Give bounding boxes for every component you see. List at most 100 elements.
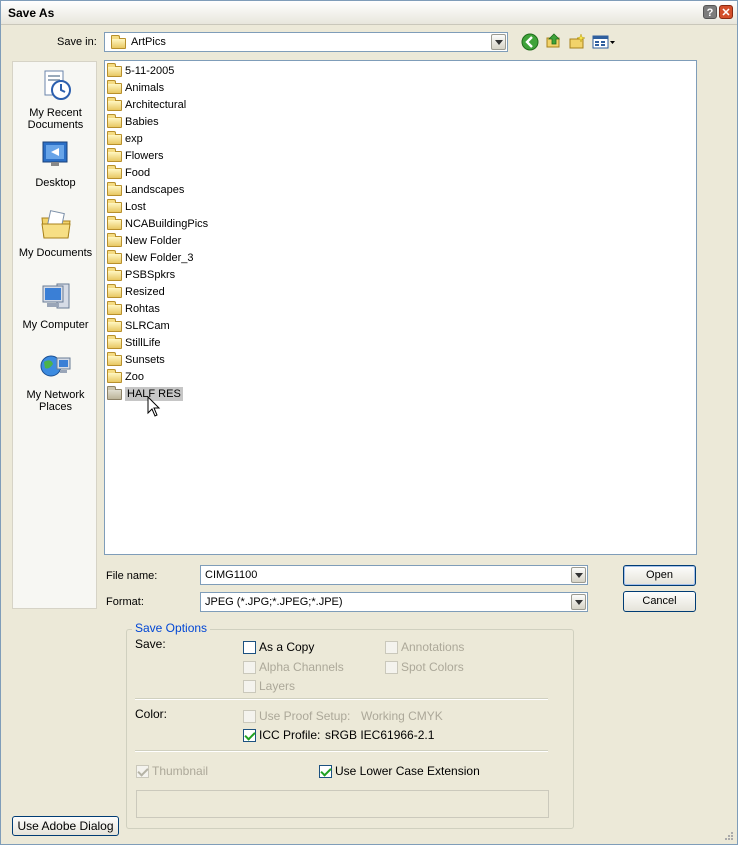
- file-name-input[interactable]: CIMG1100: [200, 565, 588, 585]
- place-desktop[interactable]: Desktop: [13, 138, 98, 189]
- folder-item[interactable]: Food: [107, 164, 153, 181]
- desktop-icon: [42, 141, 67, 166]
- folder-item[interactable]: NCABuildingPics: [107, 215, 211, 232]
- my-computer-icon: [42, 283, 69, 309]
- thumbnail-checkbox[interactable]: [136, 765, 149, 778]
- lower-case-extension-checkbox[interactable]: [319, 765, 332, 778]
- icc-profile-checkbox[interactable]: [243, 729, 256, 742]
- place-my-documents[interactable]: My Documents: [13, 208, 98, 259]
- format-dropdown[interactable]: JPEG (*.JPG;*.JPEG;*.JPE): [200, 592, 588, 612]
- folder-name: Landscapes: [125, 184, 185, 196]
- description-box: [136, 790, 549, 818]
- folder-item[interactable]: StillLife: [107, 334, 163, 351]
- format-value: JPEG (*.JPG;*.JPEG;*.JPE): [205, 596, 343, 608]
- folder-item[interactable]: Architectural: [107, 96, 189, 113]
- use-adobe-dialog-button[interactable]: Use Adobe Dialog: [12, 816, 119, 836]
- resize-grip-icon[interactable]: [724, 831, 734, 841]
- save-in-dropdown[interactable]: ArtPics: [104, 32, 508, 52]
- folder-icon: [107, 266, 122, 281]
- chevron-down-icon[interactable]: [491, 34, 506, 50]
- use-proof-setup-checkbox[interactable]: [243, 710, 256, 723]
- folder-icon: [107, 283, 122, 298]
- place-label: My Documents: [18, 247, 93, 259]
- lower-case-extension-label: Use Lower Case Extension: [335, 764, 480, 778]
- folder-name: NCABuildingPics: [125, 218, 209, 230]
- place-my-network-places[interactable]: My Network Places: [13, 350, 98, 413]
- folder-icon: [107, 334, 122, 349]
- save-options-title: Save Options: [132, 621, 211, 635]
- folder-item[interactable]: Animals: [107, 79, 167, 96]
- folder-icon: [107, 232, 122, 247]
- place-label: My Network Places: [26, 389, 85, 413]
- folder-item[interactable]: SLRCam: [107, 317, 173, 334]
- folder-item[interactable]: Resized: [107, 283, 168, 300]
- icc-profile-value: sRGB IEC61966-2.1: [325, 728, 435, 742]
- folder-icon: [107, 79, 122, 94]
- folder-name: Flowers: [125, 150, 164, 162]
- folder-name: exp: [125, 133, 143, 145]
- place-my-recent-documents[interactable]: My Recent Documents: [13, 68, 98, 131]
- folder-item[interactable]: Lost: [107, 198, 149, 215]
- folder-item[interactable]: New Folder_3: [107, 249, 196, 266]
- help-button[interactable]: ?: [703, 5, 717, 19]
- network-places-icon: [40, 355, 70, 377]
- annotations-label: Annotations: [401, 640, 465, 654]
- folder-item[interactable]: Landscapes: [107, 181, 187, 198]
- save-label: Save:: [135, 637, 166, 651]
- folder-icon: [107, 300, 122, 315]
- folder-item[interactable]: Rohtas: [107, 300, 163, 317]
- layers-checkbox[interactable]: [243, 680, 256, 693]
- format-label: Format:: [106, 596, 144, 608]
- folder-item[interactable]: Zoo: [107, 368, 147, 385]
- folder-name: Babies: [125, 116, 159, 128]
- folder-name: Zoo: [125, 371, 144, 383]
- spot-colors-label: Spot Colors: [401, 660, 464, 674]
- up-one-level-icon[interactable]: [545, 32, 563, 50]
- open-button[interactable]: Open: [623, 565, 696, 586]
- color-label: Color:: [135, 707, 168, 721]
- folder-icon: [107, 147, 122, 162]
- thumbnail-label: Thumbnail: [152, 764, 209, 778]
- folder-item[interactable]: 5-11-2005: [107, 62, 177, 79]
- folder-name: New Folder_3: [125, 252, 194, 264]
- layers-label: Layers: [259, 679, 296, 693]
- close-button[interactable]: ✕: [719, 5, 733, 19]
- new-folder-icon[interactable]: [568, 33, 586, 51]
- folder-item[interactable]: exp: [107, 130, 146, 147]
- folder-item[interactable]: Flowers: [107, 147, 167, 164]
- window-title: Save As: [8, 6, 55, 20]
- folder-icon: [107, 249, 122, 264]
- place-my-computer[interactable]: My Computer: [13, 280, 98, 331]
- folder-name: Rohtas: [125, 303, 160, 315]
- folder-icon: [107, 96, 122, 111]
- folder-name: StillLife: [125, 337, 161, 349]
- views-menu-icon[interactable]: [592, 33, 616, 51]
- alpha-channels-checkbox[interactable]: [243, 661, 256, 674]
- cancel-button[interactable]: Cancel: [623, 591, 696, 612]
- folder-name: Lost: [125, 201, 146, 213]
- folder-icon: [107, 385, 122, 400]
- place-label: My Recent Documents: [27, 107, 84, 131]
- file-list[interactable]: 5-11-2005 Animals Architectural Babies e…: [104, 60, 697, 555]
- folder-item[interactable]: Sunsets: [107, 351, 168, 368]
- recent-documents-icon: [44, 70, 71, 100]
- folder-name: Resized: [125, 286, 165, 298]
- folder-item[interactable]: PSBSpkrs: [107, 266, 178, 283]
- annotations-checkbox[interactable]: [385, 641, 398, 654]
- spot-colors-checkbox[interactable]: [385, 661, 398, 674]
- folder-icon: [111, 35, 126, 49]
- folder-icon: [107, 215, 122, 230]
- chevron-down-icon[interactable]: [571, 594, 586, 610]
- chevron-down-icon[interactable]: [571, 567, 586, 583]
- folder-name: Sunsets: [125, 354, 165, 366]
- folder-icon: [107, 351, 122, 366]
- folder-icon: [107, 113, 122, 128]
- back-icon[interactable]: [521, 33, 539, 51]
- as-a-copy-checkbox[interactable]: [243, 641, 256, 654]
- file-name-label: File name:: [106, 570, 158, 582]
- alpha-channels-label: Alpha Channels: [259, 660, 344, 674]
- title-bar: Save As ? ✕: [1, 1, 737, 25]
- separator: [135, 698, 548, 700]
- folder-item[interactable]: Babies: [107, 113, 162, 130]
- folder-item[interactable]: New Folder: [107, 232, 184, 249]
